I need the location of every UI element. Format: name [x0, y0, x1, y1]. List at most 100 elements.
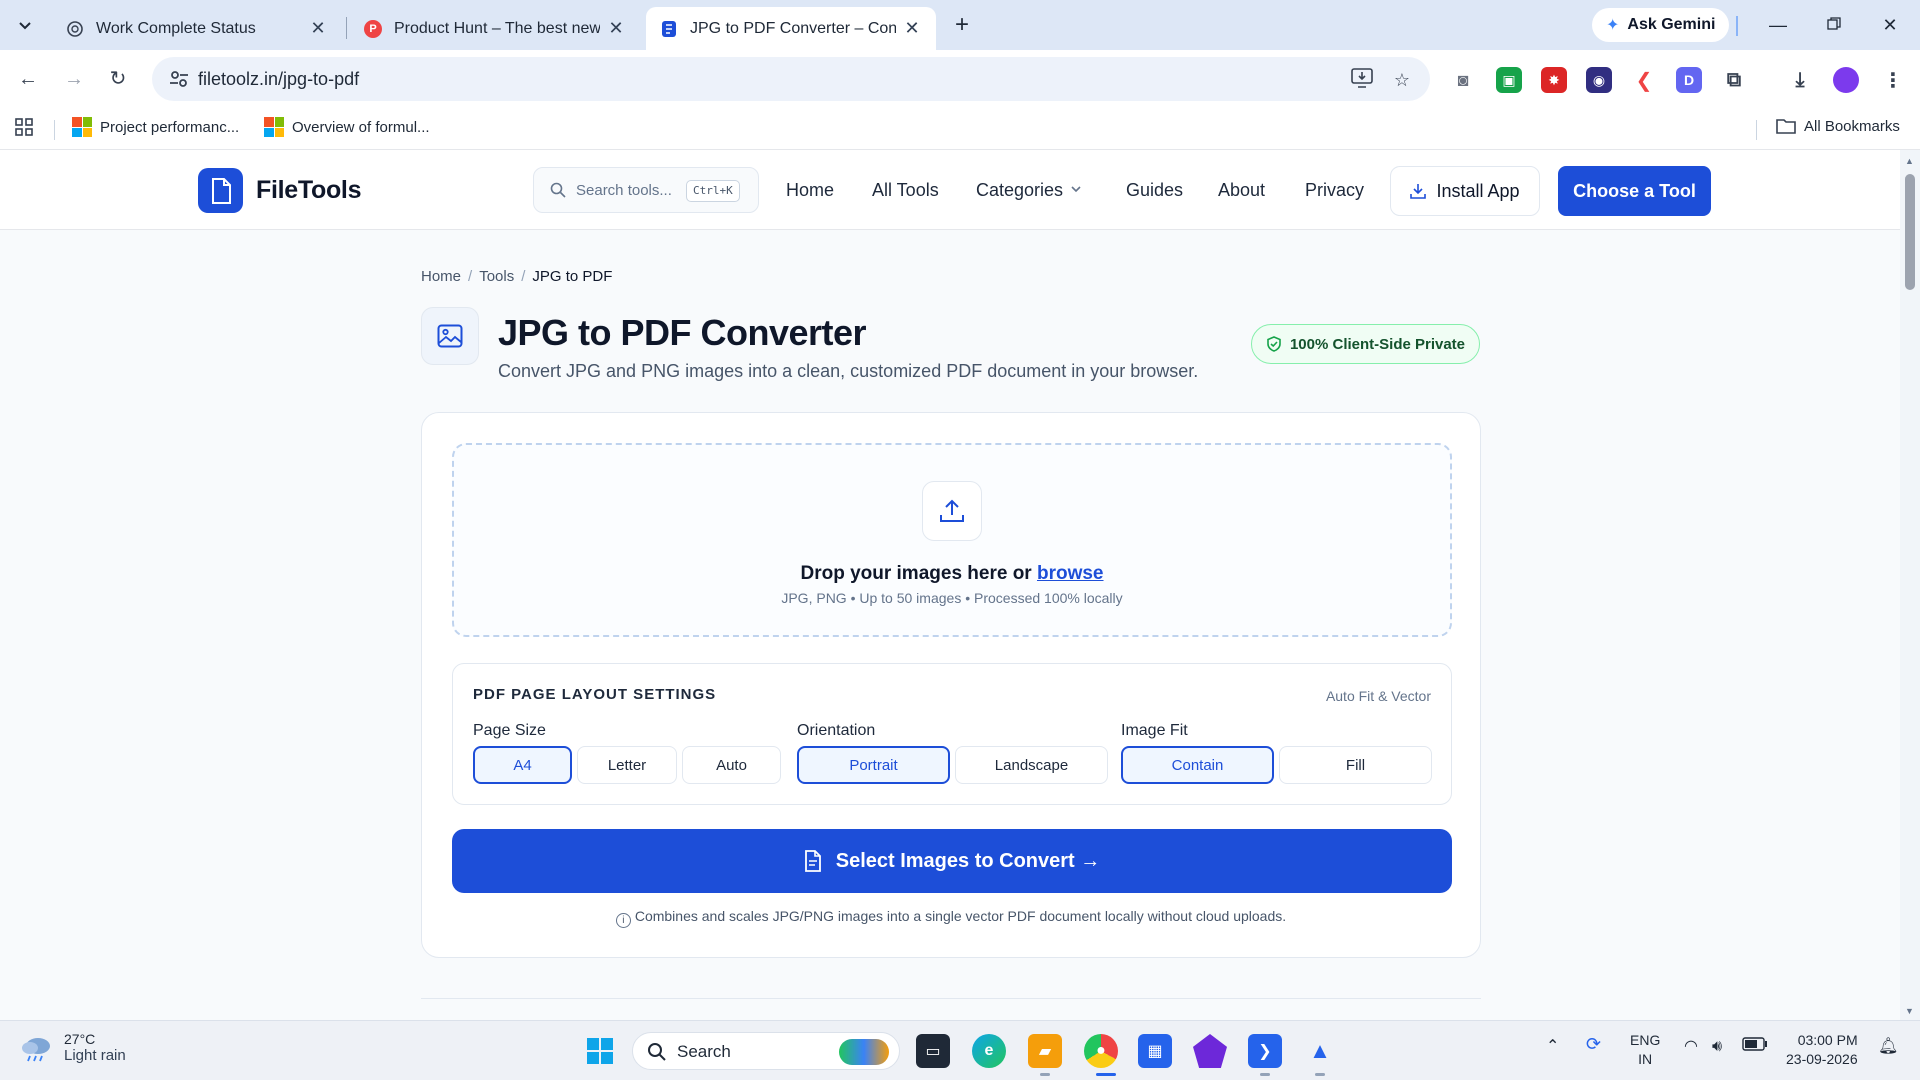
converter-card: Drop your images here or browse JPG, PNG…: [421, 412, 1481, 958]
breadcrumb-home[interactable]: Home: [421, 268, 461, 285]
privacy-badge: 100% Client-Side Private: [1251, 324, 1480, 364]
tab-search-chevron-icon[interactable]: [10, 8, 40, 42]
install-page-icon[interactable]: [1350, 68, 1374, 92]
search-placeholder: Search tools...: [576, 182, 672, 199]
ask-gemini-label: Ask Gemini: [1627, 16, 1716, 33]
tab-product-hunt[interactable]: P Product Hunt – The best new products i…: [350, 7, 640, 50]
page-subtitle: Convert JPG and PNG images into a clean,…: [498, 361, 1199, 381]
image-fit-contain-option[interactable]: Contain: [1121, 746, 1274, 784]
camera-extension-icon[interactable]: ◙: [1450, 67, 1476, 93]
nav-all-tools[interactable]: All Tools: [872, 180, 939, 201]
tab-jpg-to-pdf[interactable]: JPG to PDF Converter – Convert JPG to PD…: [646, 7, 936, 50]
language-indicator[interactable]: ENG IN: [1630, 1031, 1660, 1069]
rain-cloud-icon: [22, 1037, 50, 1061]
scrollbar-thumb[interactable]: [1905, 174, 1915, 290]
app-icon[interactable]: [1193, 1034, 1227, 1068]
extension-icon[interactable]: ✸: [1541, 67, 1567, 93]
extension-icon[interactable]: ◉: [1586, 67, 1612, 93]
edge-icon[interactable]: e: [972, 1034, 1006, 1068]
apps-grid-icon[interactable]: [14, 117, 34, 137]
extension-icon[interactable]: D: [1676, 67, 1702, 93]
close-tab-icon[interactable]: ✕: [606, 18, 626, 39]
app-icon[interactable]: ▲: [1303, 1034, 1337, 1068]
privacy-badge-label: 100% Client-Side Private: [1289, 335, 1466, 353]
notifications-bell-icon[interactable]: 🔔︎: [1878, 1037, 1898, 1056]
scroll-up-icon[interactable]: ▲: [1905, 156, 1914, 166]
browser-menu-icon[interactable]: ⋮: [1880, 67, 1906, 93]
image-fit-fill-option[interactable]: Fill: [1279, 746, 1432, 784]
choose-tool-button[interactable]: Choose a Tool: [1558, 166, 1711, 216]
close-tab-icon[interactable]: ✕: [902, 18, 922, 39]
nav-about[interactable]: About: [1218, 180, 1265, 201]
taskbar-search-label: Search: [677, 1042, 731, 1061]
bookmark-project-performance[interactable]: Project performanc...: [72, 117, 239, 137]
chrome-icon[interactable]: ●: [1084, 1034, 1118, 1068]
breadcrumb-tools[interactable]: Tools: [479, 268, 514, 285]
forward-icon[interactable]: →: [58, 63, 90, 95]
address-bar[interactable]: filetoolz.in/jpg-to-pdf ☆: [152, 57, 1430, 101]
orientation-label: Orientation: [797, 722, 876, 739]
orientation-portrait-option[interactable]: Portrait: [797, 746, 950, 784]
show-hidden-icons-chevron-icon[interactable]: ⌃: [1546, 1037, 1559, 1056]
wifi-icon[interactable]: ◠: [1684, 1037, 1698, 1056]
footnote: i Combines and scales JPG/PNG images into…: [422, 908, 1480, 928]
gemini-sparkle-icon: ✦: [1606, 17, 1620, 34]
select-images-label: Select Images to Convert →: [835, 849, 1101, 872]
nav-home[interactable]: Home: [786, 180, 834, 201]
nav-privacy[interactable]: Privacy: [1305, 180, 1364, 201]
bookmark-star-icon[interactable]: ☆: [1390, 68, 1414, 92]
folder-icon: [1776, 119, 1796, 134]
browse-link[interactable]: browse: [1037, 563, 1104, 584]
page-scrollbar[interactable]: ▲ ▼: [1900, 150, 1920, 1020]
microsoft-store-icon[interactable]: ▦: [1138, 1034, 1172, 1068]
all-bookmarks-button[interactable]: All Bookmarks: [1776, 117, 1900, 135]
extension-icon[interactable]: ▣: [1496, 67, 1522, 93]
system-clock[interactable]: 03:00 PM 23-09-2026: [1786, 1031, 1858, 1069]
sync-icon[interactable]: ⟳: [1586, 1035, 1601, 1054]
upload-icon: [922, 481, 982, 541]
url-text[interactable]: filetoolz.in/jpg-to-pdf: [198, 69, 359, 90]
windows-start-icon[interactable]: [583, 1034, 617, 1068]
close-tab-icon[interactable]: ✕: [308, 18, 328, 39]
close-window-icon[interactable]: ✕: [1870, 10, 1910, 40]
weather-widget[interactable]: 27°C Light rain: [20, 1031, 126, 1064]
minimize-icon[interactable]: —: [1758, 10, 1798, 40]
install-app-button[interactable]: Install App: [1390, 166, 1540, 216]
page-size-auto-option[interactable]: Auto: [682, 746, 781, 784]
scroll-down-icon[interactable]: ▼: [1905, 1006, 1914, 1016]
site-logo-text[interactable]: FileTools: [256, 176, 361, 205]
file-explorer-icon[interactable]: ▰: [1028, 1034, 1062, 1068]
orientation-landscape-option[interactable]: Landscape: [955, 746, 1108, 784]
profile-avatar[interactable]: [1833, 67, 1859, 93]
site-info-icon[interactable]: [168, 68, 190, 90]
taskbar-search[interactable]: Search: [632, 1032, 900, 1070]
extension-icon[interactable]: ❮: [1631, 67, 1657, 93]
page-size-a4-option[interactable]: A4: [473, 746, 572, 784]
downloads-icon[interactable]: ⤓: [1787, 67, 1813, 93]
restore-icon[interactable]: [1814, 10, 1854, 40]
divider: [1736, 16, 1738, 36]
image-dropzone[interactable]: Drop your images here or browse JPG, PNG…: [452, 443, 1452, 637]
volume-icon[interactable]: 🔊︎: [1712, 1037, 1722, 1056]
reload-icon[interactable]: ↻: [102, 63, 134, 95]
ask-gemini-button[interactable]: ✦ Ask Gemini: [1592, 8, 1730, 42]
vscode-icon[interactable]: ❯: [1248, 1034, 1282, 1068]
extensions-puzzle-icon[interactable]: ⧉: [1721, 67, 1747, 93]
tool-search-input[interactable]: Search tools... Ctrl+K: [533, 167, 759, 213]
search-icon: [648, 1043, 666, 1061]
page-title: JPG to PDF Converter: [498, 312, 867, 353]
filetools-logo-icon[interactable]: [198, 168, 243, 213]
battery-icon[interactable]: [1742, 1037, 1768, 1056]
select-images-button[interactable]: Select Images to Convert →: [452, 829, 1452, 893]
back-icon[interactable]: ←: [12, 63, 44, 95]
page-size-letter-option[interactable]: Letter: [577, 746, 677, 784]
windows-taskbar: 27°C Light rain Search ▭ e ▰ ● ▦ ❯ ▲ ⌃ ⟳…: [0, 1020, 1920, 1080]
nav-guides[interactable]: Guides: [1126, 180, 1183, 201]
search-highlight-icon: [839, 1039, 889, 1065]
openai-icon: [66, 20, 84, 38]
nav-categories[interactable]: Categories: [976, 180, 1081, 201]
tab-work-complete-status[interactable]: Work Complete Status ✕: [52, 7, 342, 50]
task-view-icon[interactable]: ▭: [916, 1034, 950, 1068]
bookmark-overview-of-formulas[interactable]: Overview of formul...: [264, 117, 430, 137]
new-tab-icon[interactable]: +: [948, 12, 976, 40]
